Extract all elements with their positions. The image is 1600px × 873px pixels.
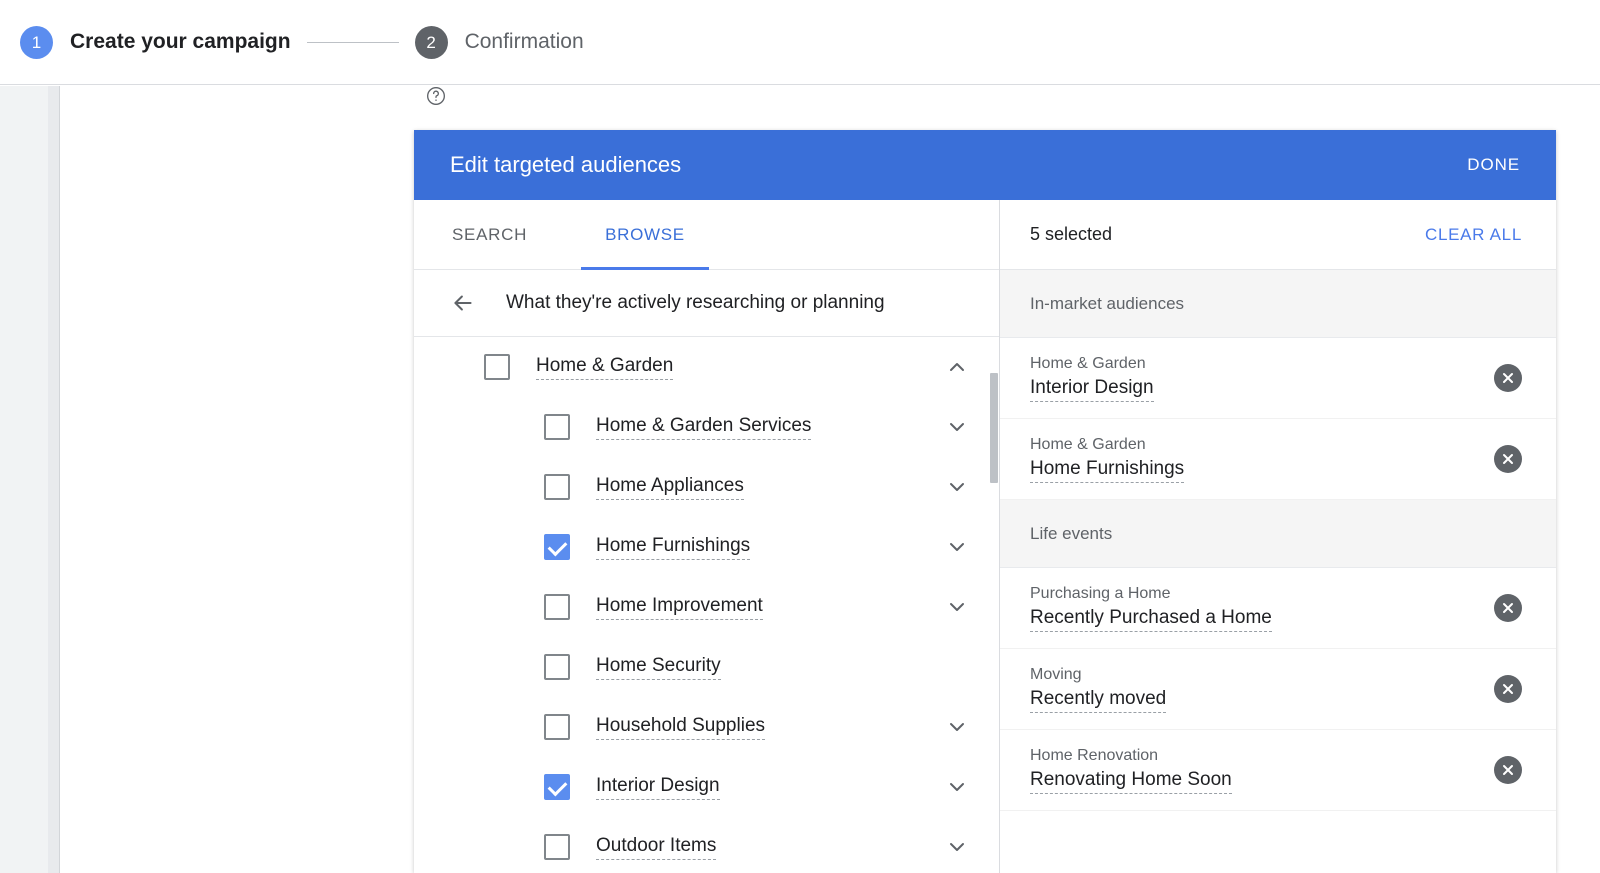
selected-item-name[interactable]: Recently Purchased a Home	[1030, 607, 1272, 632]
done-button[interactable]: DONE	[1467, 155, 1520, 175]
tree-checkbox[interactable]	[544, 654, 570, 680]
chevron-down-icon[interactable]	[945, 415, 969, 439]
selected-item-text: Moving Recently moved	[1030, 666, 1166, 713]
breadcrumb: What they're actively researching or pla…	[414, 270, 999, 337]
step-1-number: 1	[20, 26, 53, 59]
tree-item-label[interactable]: Home Appliances	[596, 475, 744, 500]
group-header-in-market: In-market audiences	[1000, 270, 1556, 338]
tree-scrollbar[interactable]	[989, 337, 999, 873]
chevron-down-icon[interactable]	[945, 775, 969, 799]
panel-tabs: SEARCH BROWSE	[414, 200, 999, 270]
tree-checkbox[interactable]	[544, 834, 570, 860]
tree-checkbox[interactable]	[544, 594, 570, 620]
close-circle-icon[interactable]	[1494, 445, 1522, 473]
selected-item: Purchasing a Home Recently Purchased a H…	[1000, 568, 1556, 649]
screen: 1 Create your campaign 2 Confirmation Ed…	[0, 0, 1600, 873]
selected-item-parent: Home & Garden	[1030, 355, 1154, 373]
tree-item-label[interactable]: Home & Garden Services	[596, 415, 811, 440]
tree-checkbox[interactable]	[544, 474, 570, 500]
chevron-up-icon[interactable]	[945, 355, 969, 379]
selected-item-text: Purchasing a Home Recently Purchased a H…	[1030, 585, 1272, 632]
step-2-label: Confirmation	[465, 30, 584, 54]
selected-item-parent: Home Renovation	[1030, 747, 1232, 765]
chevron-down-icon[interactable]	[945, 835, 969, 859]
close-circle-icon[interactable]	[1494, 364, 1522, 392]
dialog-title: Edit targeted audiences	[450, 152, 681, 178]
selected-item-parent: Purchasing a Home	[1030, 585, 1272, 603]
tree-row[interactable]: Household Supplies	[414, 697, 999, 757]
browse-panel: SEARCH BROWSE What they're actively rese…	[414, 200, 1000, 873]
selected-item-parent: Home & Garden	[1030, 436, 1184, 454]
tree-item-label[interactable]: Home & Garden	[536, 355, 673, 380]
clear-all-button[interactable]: CLEAR ALL	[1425, 225, 1522, 245]
stepper-step-1[interactable]: 1 Create your campaign	[20, 26, 291, 59]
tree-item-label[interactable]: Home Furnishings	[596, 535, 750, 560]
chevron-down-icon[interactable]	[945, 535, 969, 559]
selected-item: Moving Recently moved	[1000, 649, 1556, 730]
tree-row[interactable]: Home & Garden Services	[414, 397, 999, 457]
stepper-step-2[interactable]: 2 Confirmation	[415, 26, 584, 59]
selected-item-name[interactable]: Renovating Home Soon	[1030, 769, 1232, 794]
tree-scrollbar-thumb[interactable]	[990, 373, 998, 483]
tree-item-label[interactable]: Outdoor Items	[596, 835, 716, 860]
tree-checkbox[interactable]	[544, 534, 570, 560]
tree-checkbox[interactable]	[544, 714, 570, 740]
tree-row[interactable]: Outdoor Items	[414, 817, 999, 873]
edit-audiences-dialog: Edit targeted audiences DONE SEARCH BROW…	[414, 130, 1556, 873]
selected-item: Home Renovation Renovating Home Soon	[1000, 730, 1556, 811]
tree-checkbox[interactable]	[544, 774, 570, 800]
selected-item: Home & Garden Interior Design	[1000, 338, 1556, 419]
campaign-stepper: 1 Create your campaign 2 Confirmation	[0, 0, 1600, 85]
selected-item-text: Home Renovation Renovating Home Soon	[1030, 747, 1232, 794]
selected-audiences-panel: 5 selected CLEAR ALL In-market audiences…	[1000, 200, 1556, 873]
tree-row[interactable]: Home Improvement	[414, 577, 999, 637]
tree-checkbox[interactable]	[484, 354, 510, 380]
audience-tree: Home & Garden Home & Garden Services	[414, 337, 999, 873]
selected-item-text: Home & Garden Interior Design	[1030, 355, 1154, 402]
close-circle-icon[interactable]	[1494, 675, 1522, 703]
tree-checkbox[interactable]	[544, 414, 570, 440]
tree-row[interactable]: Interior Design	[414, 757, 999, 817]
chevron-down-icon[interactable]	[945, 475, 969, 499]
selected-item-name[interactable]: Interior Design	[1030, 377, 1154, 402]
selected-item-name[interactable]: Home Furnishings	[1030, 458, 1184, 483]
rail-divider	[48, 86, 60, 873]
tree-row[interactable]: Home Security	[414, 637, 999, 697]
step-1-label: Create your campaign	[70, 30, 291, 54]
step-2-number: 2	[415, 26, 448, 59]
arrow-left-icon[interactable]	[450, 290, 476, 316]
selected-item-name[interactable]: Recently moved	[1030, 688, 1166, 713]
tree-item-label[interactable]: Home Improvement	[596, 595, 763, 620]
tree-row[interactable]: Home Furnishings	[414, 517, 999, 577]
tab-search[interactable]: SEARCH	[450, 200, 529, 270]
tree-item-label[interactable]: Home Security	[596, 655, 721, 680]
tab-browse[interactable]: BROWSE	[603, 200, 687, 270]
selected-count: 5 selected	[1030, 224, 1112, 245]
dialog-header: Edit targeted audiences DONE	[414, 130, 1556, 200]
chevron-down-icon[interactable]	[945, 595, 969, 619]
tree-row[interactable]: Home Appliances	[414, 457, 999, 517]
close-circle-icon[interactable]	[1494, 756, 1522, 784]
left-rail	[0, 86, 48, 873]
selected-summary: 5 selected CLEAR ALL	[1000, 200, 1556, 270]
group-header-life-events: Life events	[1000, 500, 1556, 568]
tree-item-label[interactable]: Interior Design	[596, 775, 720, 800]
stepper-connector	[307, 42, 399, 43]
selected-item-text: Home & Garden Home Furnishings	[1030, 436, 1184, 483]
selected-item-parent: Moving	[1030, 666, 1166, 684]
breadcrumb-label: What they're actively researching or pla…	[506, 292, 885, 314]
chevron-down-icon[interactable]	[945, 715, 969, 739]
tree-row[interactable]: Home & Garden	[414, 337, 999, 397]
close-circle-icon[interactable]	[1494, 594, 1522, 622]
dialog-body: SEARCH BROWSE What they're actively rese…	[414, 200, 1556, 873]
tree-item-label[interactable]: Household Supplies	[596, 715, 765, 740]
help-circle-icon[interactable]	[426, 86, 446, 106]
selected-item: Home & Garden Home Furnishings	[1000, 419, 1556, 500]
